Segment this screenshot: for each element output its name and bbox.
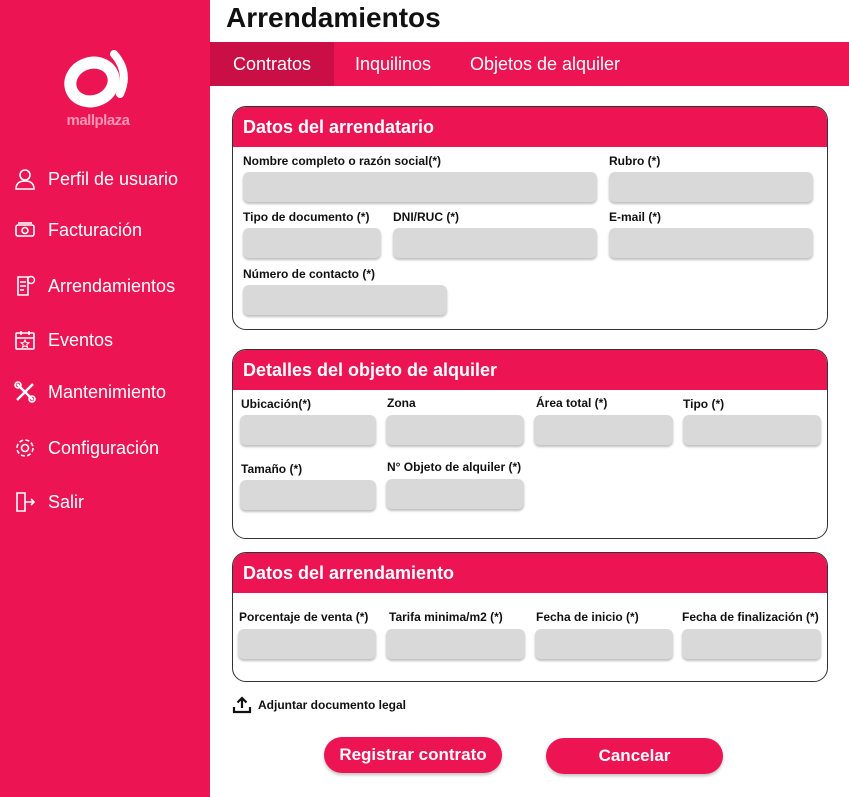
page-title: Arrendamientos — [226, 2, 441, 33]
numero-contacto-field[interactable] — [243, 285, 447, 315]
tab-bar: Contratos Inquilinos Objetos de alquiler — [210, 42, 849, 86]
arrendamiento-card: Datos del arrendamiento Porcentaje de ve… — [232, 552, 828, 682]
tipo-documento-label: Tipo de documento (*) — [243, 210, 370, 224]
sidebar-item-label: Eventos — [48, 329, 114, 350]
arrendamiento-card-title: Datos del arrendamiento — [233, 553, 827, 593]
objeto-card-title: Detalles del objeto de alquiler — [233, 350, 827, 390]
sidebar-item-label: Facturación — [48, 219, 143, 240]
ubicacion-label: Ubicación(*) — [241, 397, 312, 411]
sidebar: mallplaza Perfil de usuario Facturación … — [0, 0, 210, 797]
nombre-field[interactable] — [243, 172, 597, 202]
sidebar-item-label: Mantenimiento — [48, 381, 167, 402]
arrendatario-card-title: Datos del arrendatario — [233, 107, 827, 147]
user-icon — [12, 166, 38, 192]
tab-objetos-alquiler[interactable]: Objetos de alquiler — [460, 42, 630, 86]
tipo-field[interactable] — [683, 415, 821, 445]
fecha-finalizacion-field[interactable] — [682, 629, 821, 659]
tools-icon — [12, 379, 38, 405]
area-total-field[interactable] — [534, 415, 673, 445]
numero-contacto-label: Número de contacto (*) — [243, 267, 376, 281]
tamano-field[interactable] — [240, 480, 376, 510]
numero-objeto-label: N° Objeto de alquiler (*) — [387, 460, 522, 474]
tarifa-minima-label: Tarifa minima/m2 (*) — [389, 610, 503, 624]
logo-text: mallplaza — [66, 112, 130, 129]
arrendatario-card: Datos del arrendatario Nombre completo o… — [232, 106, 828, 330]
sidebar-item-mantenimiento[interactable]: Mantenimiento — [0, 375, 210, 409]
fecha-inicio-field[interactable] — [535, 629, 673, 659]
porcentaje-venta-label: Porcentaje de venta (*) — [239, 610, 369, 624]
mallplaza-logo-icon — [64, 50, 128, 108]
sidebar-item-eventos[interactable]: Eventos — [0, 323, 210, 357]
email-label: E-mail (*) — [609, 210, 662, 224]
tab-inquilinos[interactable]: Inquilinos — [340, 42, 446, 86]
sidebar-item-arrendamientos[interactable]: Arrendamientos — [0, 269, 210, 303]
calendar-star-icon — [12, 327, 38, 353]
attach-label: Adjuntar documento legal — [258, 698, 407, 712]
sidebar-item-label: Perfil de usuario — [48, 168, 179, 189]
nombre-label: Nombre completo o razón social(*) — [243, 154, 442, 168]
email-field[interactable] — [609, 228, 813, 258]
register-contract-button[interactable]: Registrar contrato — [324, 737, 502, 773]
porcentaje-venta-field[interactable] — [238, 629, 376, 659]
sidebar-item-label: Salir — [48, 491, 85, 512]
sidebar-item-label: Configuración — [48, 437, 160, 458]
attach-document-button[interactable]: Adjuntar documento legal — [232, 696, 406, 714]
rubro-label: Rubro (*) — [609, 154, 661, 168]
numero-objeto-field[interactable] — [386, 479, 524, 509]
objeto-card: Detalles del objeto de alquiler Ubicació… — [232, 349, 828, 539]
upload-icon — [232, 696, 252, 714]
tipo-label: Tipo (*) — [683, 397, 725, 411]
document-dollar-icon — [12, 273, 38, 299]
tab-contratos[interactable]: Contratos — [210, 42, 334, 86]
dni-ruc-field[interactable] — [393, 228, 597, 258]
logout-icon — [12, 489, 38, 515]
sidebar-item-facturacion[interactable]: Facturación — [0, 213, 210, 247]
sidebar-item-configuracion[interactable]: Configuración — [0, 431, 210, 465]
ubicacion-field[interactable] — [240, 415, 376, 445]
dni-ruc-label: DNI/RUC (*) — [393, 210, 459, 224]
zona-label: Zona — [387, 396, 416, 410]
sidebar-item-perfil[interactable]: Perfil de usuario — [0, 162, 210, 196]
rubro-field[interactable] — [609, 172, 813, 202]
tarifa-minima-field[interactable] — [386, 629, 525, 659]
gear-icon — [12, 435, 38, 461]
money-icon — [12, 217, 38, 243]
fecha-finalizacion-label: Fecha de finalización (*) — [682, 610, 819, 624]
cancel-button[interactable]: Cancelar — [546, 738, 723, 774]
area-total-label: Área total (*) — [536, 396, 608, 410]
tipo-documento-field[interactable] — [243, 228, 381, 258]
tamano-label: Tamaño (*) — [241, 462, 303, 476]
fecha-inicio-label: Fecha de inicio (*) — [536, 610, 639, 624]
sidebar-item-label: Arrendamientos — [48, 275, 176, 296]
mallplaza-logo: mallplaza — [58, 46, 138, 132]
zona-field[interactable] — [386, 415, 524, 445]
sidebar-item-salir[interactable]: Salir — [0, 485, 210, 519]
